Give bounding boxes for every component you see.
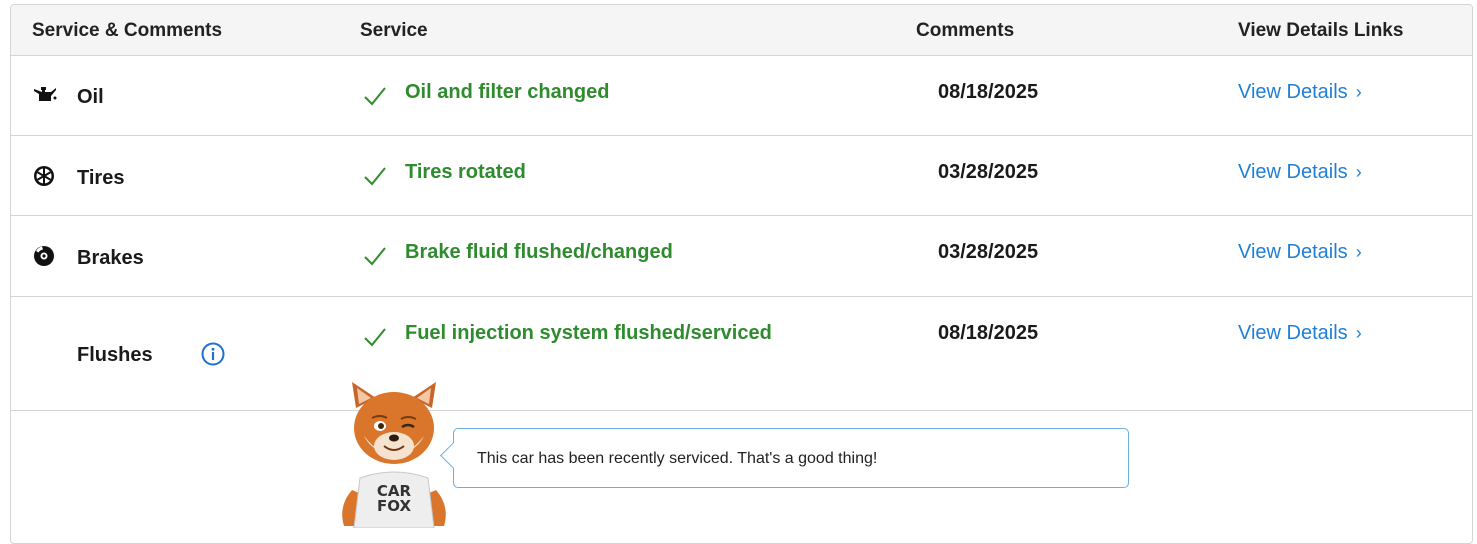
view-details-label: View Details (1238, 81, 1348, 103)
shirt-text-fox: FOX (377, 497, 411, 515)
check-icon (364, 167, 386, 186)
check-icon (364, 328, 386, 347)
service-date-tires: 03/28/2025 (938, 161, 1039, 183)
service-date-oil: 08/18/2025 (938, 81, 1039, 103)
view-details-link-brakes[interactable]: View Details › (1238, 241, 1362, 264)
view-details-label: View Details (1238, 161, 1348, 183)
service-text-brakes: Brake fluid flushed/changed (405, 241, 673, 263)
chevron-right-icon: › (1355, 162, 1362, 182)
category-label-tires: Tires (77, 167, 125, 189)
service-text-flushes: Fuel injection system flushed/serviced (405, 322, 772, 344)
table-header: Service & Comments Service Comments View… (11, 5, 1472, 56)
category-label-brakes: Brakes (77, 247, 144, 269)
view-details-link-flushes[interactable]: View Details › (1238, 322, 1362, 345)
category-label-flushes: Flushes (77, 344, 153, 366)
oil-can-icon (34, 87, 57, 101)
service-text-oil: Oil and filter changed (405, 81, 610, 103)
view-details-label: View Details (1238, 322, 1348, 344)
check-icon (364, 87, 386, 106)
chevron-right-icon: › (1355, 242, 1362, 262)
header-view-details-links: View Details Links (1238, 20, 1404, 41)
speech-bubble-message: This car has been recently serviced. Tha… (477, 450, 878, 467)
tire-icon (34, 166, 54, 186)
category-label-oil: Oil (77, 86, 104, 108)
table-row-brakes: Brakes Brake fluid flushed/changed 03/28… (11, 216, 1472, 297)
header-service: Service (360, 20, 428, 41)
service-date-flushes: 08/18/2025 (938, 322, 1039, 344)
brake-disc-icon (34, 246, 54, 266)
chevron-right-icon: › (1355, 82, 1362, 102)
header-service-comments: Service & Comments (32, 20, 223, 41)
service-date-brakes: 03/28/2025 (938, 241, 1039, 263)
info-icon[interactable] (201, 342, 225, 366)
table-row-tires: Tires Tires rotated 03/28/2025 View Deta… (11, 136, 1472, 216)
view-details-link-tires[interactable]: View Details › (1238, 161, 1362, 184)
carfox-mascot: CAR FOX (342, 382, 446, 528)
header-comments: Comments (916, 20, 1015, 41)
service-text-tires: Tires rotated (405, 161, 526, 183)
check-icon (364, 247, 386, 266)
view-details-link-oil[interactable]: View Details › (1238, 81, 1362, 104)
view-details-label: View Details (1238, 241, 1348, 263)
chevron-right-icon: › (1355, 323, 1362, 343)
speech-bubble: This car has been recently serviced. Tha… (440, 428, 1129, 488)
table-row-flushes: Flushes Fuel injection system flushed/se… (11, 297, 1472, 411)
table-row-oil: Oil Oil and filter changed 08/18/2025 Vi… (11, 55, 1472, 136)
